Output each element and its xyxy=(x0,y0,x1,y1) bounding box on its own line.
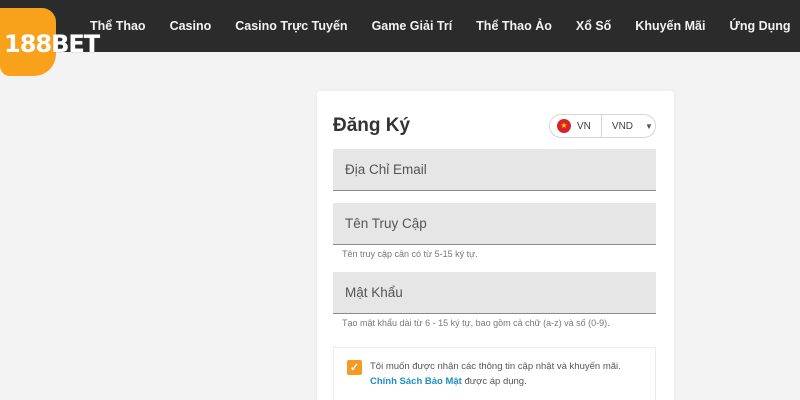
consent-box: ✓ Tôi muốn được nhận các thông tin cập n… xyxy=(333,347,656,400)
language-label[interactable]: VN xyxy=(577,121,591,132)
registration-card: Đăng Ký ★ VN VND ▼ Tên truy cập cần có t… xyxy=(317,91,674,400)
consent-text: Tôi muốn được nhận các thông tin cập nhậ… xyxy=(370,359,650,389)
username-hint: Tên truy cập cần có từ 5-15 ký tự. xyxy=(342,249,478,259)
email-field[interactable] xyxy=(333,149,656,191)
username-field[interactable] xyxy=(333,203,656,245)
nav-item-xo-so[interactable]: Xổ Số xyxy=(576,19,611,33)
brand-logo[interactable]: 188BET xyxy=(0,8,100,76)
page-title: Đăng Ký xyxy=(333,115,411,136)
logo-word: BET xyxy=(51,30,100,58)
nav-item-khuyen-mai[interactable]: Khuyến Mãi xyxy=(635,19,705,33)
locale-divider xyxy=(600,114,602,138)
chevron-down-icon[interactable]: ▼ xyxy=(645,122,653,131)
locale-selector[interactable]: ★ VN VND ▼ xyxy=(549,114,656,138)
nav-item-game-giai-tri[interactable]: Game Giải Trí xyxy=(372,19,453,33)
top-navigation-bar: Thể Thao Casino Casino Trực Tuyến Game G… xyxy=(0,0,800,52)
privacy-policy-link[interactable]: Chính Sách Bảo Mật xyxy=(370,376,462,387)
password-field[interactable] xyxy=(333,272,656,314)
consent-text-before: Tôi muốn được nhận các thông tin cập nhậ… xyxy=(370,361,621,372)
nav-item-the-thao-ao[interactable]: Thể Thao Ảo xyxy=(476,19,552,33)
nav-item-casino-truc-tuyen[interactable]: Casino Trực Tuyến xyxy=(235,19,347,33)
consent-text-after: được áp dụng. xyxy=(464,376,527,387)
main-nav: Thể Thao Casino Casino Trực Tuyến Game G… xyxy=(78,0,800,52)
logo-number: 188 xyxy=(4,30,52,58)
password-hint: Tạo mật khẩu dài từ 6 - 15 ký tự, bao gồ… xyxy=(342,318,610,328)
consent-checkbox[interactable]: ✓ xyxy=(347,360,362,375)
nav-item-ung-dung[interactable]: Ứng Dụng xyxy=(729,19,790,33)
nav-item-casino[interactable]: Casino xyxy=(170,19,212,33)
logo-text: 188BET xyxy=(4,30,100,58)
currency-label[interactable]: VND xyxy=(612,121,633,132)
vietnam-flag-icon: ★ xyxy=(557,119,571,133)
